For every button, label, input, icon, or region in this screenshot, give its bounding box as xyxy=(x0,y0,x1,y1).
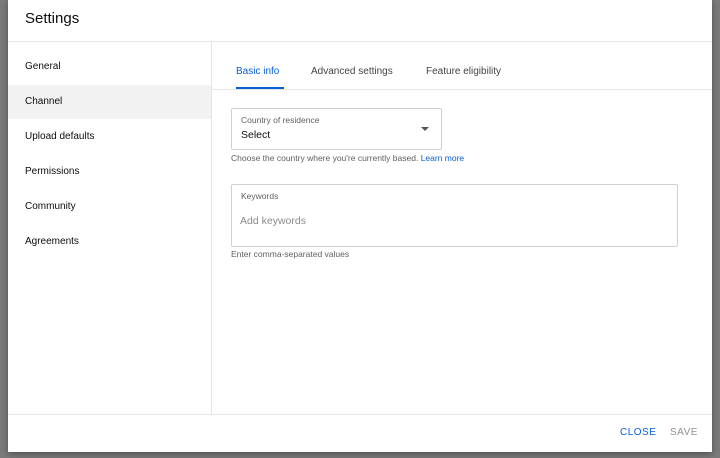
settings-content: Basic info Advanced settings Feature eli… xyxy=(212,42,712,414)
sidebar-item-upload-defaults[interactable]: Upload defaults xyxy=(8,120,211,154)
dropdown-arrow-icon xyxy=(421,127,429,131)
sidebar-item-general[interactable]: General xyxy=(8,50,211,84)
dialog-title: Settings xyxy=(25,10,80,27)
settings-dialog: Settings General Channel Upload defaults… xyxy=(8,0,712,452)
tab-feature-eligibility[interactable]: Feature eligibility xyxy=(426,66,501,77)
keywords-helper: Enter comma-separated values xyxy=(231,249,350,259)
close-button[interactable]: CLOSE xyxy=(620,427,656,438)
tab-bar: Basic info Advanced settings Feature eli… xyxy=(212,42,712,90)
dialog-footer: CLOSE SAVE xyxy=(8,414,712,452)
learn-more-link[interactable]: Learn more xyxy=(421,153,464,163)
country-helper-text: Choose the country where you're currentl… xyxy=(231,153,419,163)
country-select[interactable]: Country of residence Select xyxy=(231,108,442,150)
sidebar-item-agreements[interactable]: Agreements xyxy=(8,225,211,259)
sidebar-item-community[interactable]: Community xyxy=(8,190,211,224)
tab-advanced-settings[interactable]: Advanced settings xyxy=(311,66,393,77)
dialog-header: Settings xyxy=(8,0,712,42)
active-tab-indicator xyxy=(236,87,284,89)
keywords-input[interactable] xyxy=(240,215,660,227)
sidebar-item-channel[interactable]: Channel xyxy=(8,85,211,119)
keywords-field[interactable]: Keywords xyxy=(231,184,678,247)
settings-sidebar: General Channel Upload defaults Permissi… xyxy=(8,42,212,414)
tab-basic-info[interactable]: Basic info xyxy=(236,66,279,77)
keywords-label: Keywords xyxy=(241,191,279,201)
country-label: Country of residence xyxy=(241,115,320,125)
sidebar-item-permissions[interactable]: Permissions xyxy=(8,155,211,189)
save-button[interactable]: SAVE xyxy=(670,427,698,438)
country-value: Select xyxy=(241,129,271,141)
country-helper: Choose the country where you're currentl… xyxy=(231,153,464,163)
